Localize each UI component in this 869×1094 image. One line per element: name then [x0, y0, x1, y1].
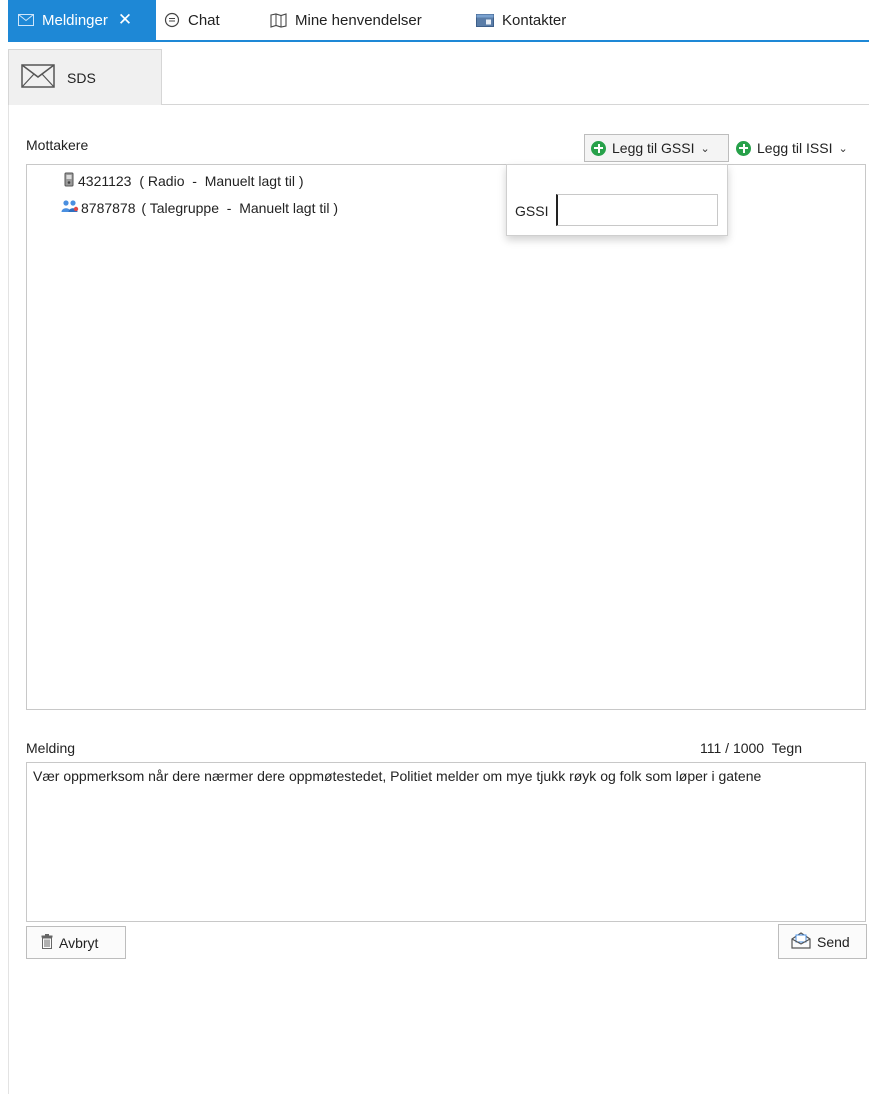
message-label: Melding — [26, 740, 76, 756]
trash-icon — [41, 933, 53, 952]
envelope-icon — [18, 14, 34, 26]
gssi-label: GSSI — [515, 203, 549, 219]
tab-meldinger[interactable]: Meldinger ✕ — [8, 0, 156, 40]
tab-chat[interactable]: Chat — [164, 0, 220, 40]
send-envelope-icon — [791, 931, 811, 952]
char-counter: 111 / 1000 Tegn — [700, 740, 802, 756]
tab-kontakter[interactable]: Kontakter — [476, 0, 566, 40]
divider — [162, 104, 869, 105]
add-gssi-label: Legg til GSSI — [612, 140, 695, 156]
recipients-list[interactable] — [26, 164, 866, 710]
contacts-card-icon — [476, 13, 494, 27]
subtab-label: SDS — [67, 69, 96, 86]
add-gssi-button[interactable]: Legg til GSSI ⌄ — [584, 134, 729, 162]
recipient-item[interactable]: 8787878 ( Talegruppe - Manuelt lagt til … — [61, 199, 338, 217]
add-icon — [736, 140, 751, 156]
recipient-details: ( Radio - Manuelt lagt til ) — [135, 173, 304, 189]
add-issi-label: Legg til ISSI — [757, 140, 833, 156]
recipient-details: ( Talegruppe - Manuelt lagt til ) — [137, 200, 339, 216]
recipient-number: 8787878 — [81, 200, 136, 216]
gssi-input[interactable] — [556, 194, 718, 226]
tab-label: Mine henvendelser — [295, 11, 422, 29]
chevron-down-icon: ⌄ — [700, 142, 710, 155]
send-label: Send — [817, 933, 850, 950]
map-icon — [270, 12, 287, 28]
talkgroup-icon — [61, 199, 79, 217]
tab-mine-henvendelser[interactable]: Mine henvendelser — [270, 0, 422, 40]
cancel-button[interactable]: Avbryt — [26, 926, 126, 959]
add-icon — [591, 140, 606, 156]
envelope-icon — [21, 64, 55, 91]
chevron-down-icon: ⌄ — [838, 142, 848, 155]
send-button[interactable]: Send — [778, 924, 867, 959]
message-text: Vær oppmerksom når dere nærmer dere oppm… — [33, 768, 762, 784]
recipients-label: Mottakere — [26, 137, 89, 153]
recipient-number: 4321123 — [78, 173, 132, 189]
cancel-label: Avbryt — [59, 934, 99, 951]
add-issi-button[interactable]: Legg til ISSI ⌄ — [736, 134, 848, 162]
radio-icon — [64, 172, 74, 190]
message-textarea[interactable]: Vær oppmerksom når dere nærmer dere oppm… — [26, 762, 866, 922]
divider — [8, 105, 9, 1094]
subtab-sds[interactable]: SDS — [8, 49, 162, 105]
tab-label: Kontakter — [502, 11, 567, 29]
recipient-item[interactable]: 4321123 ( Radio - Manuelt lagt til ) — [64, 172, 304, 190]
gssi-popup: GSSI — [506, 164, 728, 236]
close-icon[interactable]: ✕ — [118, 10, 132, 30]
chat-icon — [164, 12, 180, 28]
tab-label: Chat — [188, 11, 220, 29]
tab-label: Meldinger — [42, 11, 108, 29]
